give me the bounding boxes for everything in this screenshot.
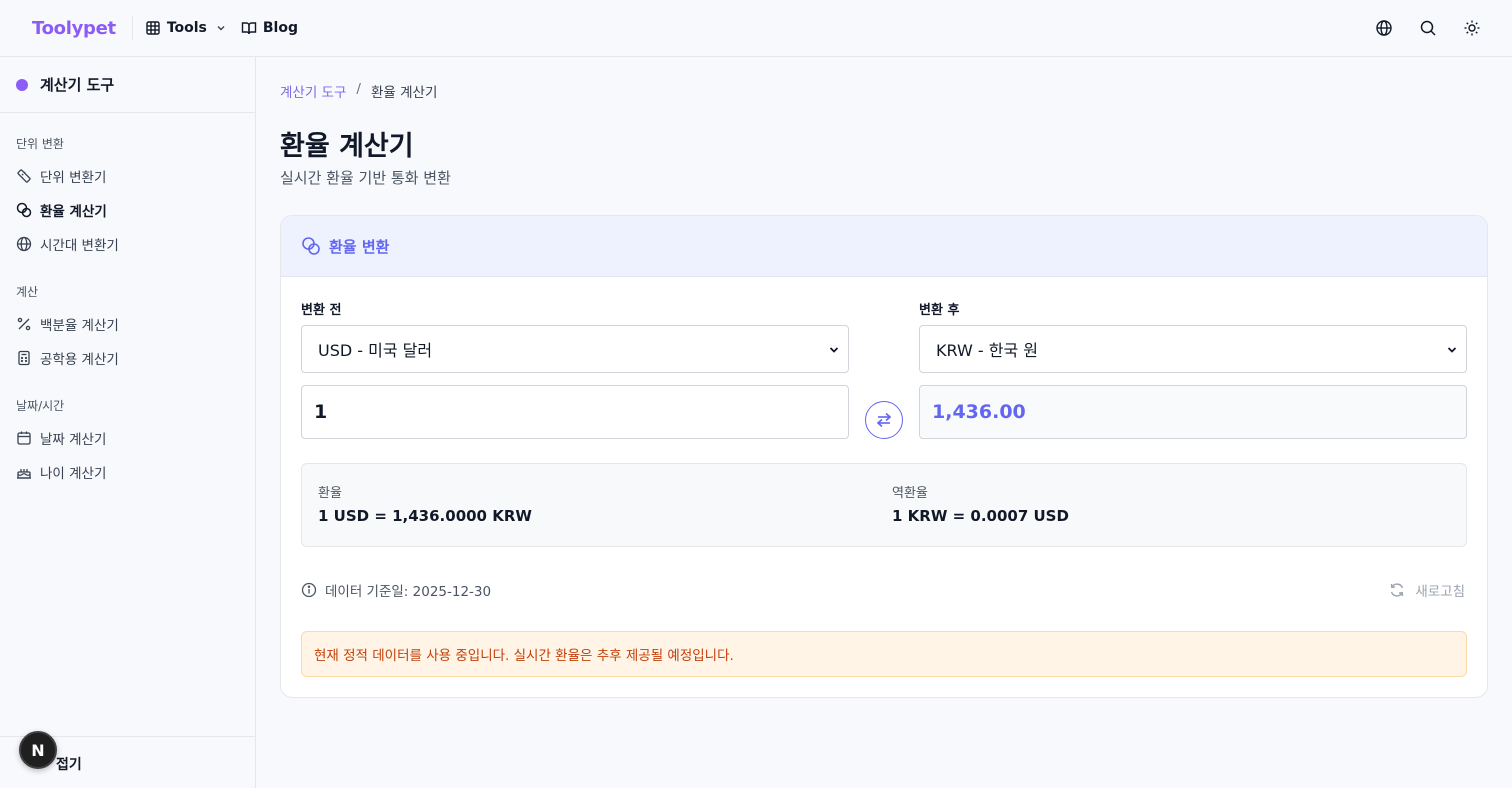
dev-tools-badge[interactable]: N	[19, 731, 57, 769]
cake-icon	[17, 469, 31, 479]
calendar-icon	[17, 431, 31, 445]
collapse-label: 접기	[56, 757, 82, 773]
sidebar-item-age-calculator[interactable]: 나이 계산기	[0, 455, 255, 489]
data-date-text: 데이터 기준일: 2025-12-30	[325, 584, 492, 600]
sidebar-item-scientific-calculator[interactable]: 공학용 계산기	[0, 341, 255, 375]
book-icon	[241, 22, 257, 35]
category-dot	[16, 78, 28, 91]
top-header: Toolypet Tools Blog	[0, 0, 1512, 57]
info-icon	[301, 582, 317, 598]
sidebar-item-label: 날짜 계산기	[40, 432, 107, 448]
percent-icon	[17, 317, 31, 331]
chevron-down-icon	[829, 347, 839, 353]
main-content: 계산기 도구 / 환율 계산기 환율 계산기 실시간 환율 기반 통화 변환 환…	[256, 57, 1512, 788]
exchange-card: 환율 변환 변환 전 변환 후 USD - 미국 달러 KRW - 한국 원 1…	[280, 215, 1488, 698]
to-currency-value: KRW - 한국 원	[936, 341, 1038, 360]
rate-panel: 환율 1 USD = 1,436.0000 KRW 역환율 1 KRW = 0.…	[301, 463, 1467, 547]
theme-toggle[interactable]	[1462, 16, 1482, 40]
globe-icon	[16, 236, 32, 252]
page-subtitle: 실시간 환율 기반 통화 변환	[280, 169, 451, 187]
ruler-icon	[17, 169, 31, 183]
to-label: 변환 후	[919, 303, 960, 318]
coins-icon	[16, 202, 32, 218]
sidebar-item-label: 백분율 계산기	[40, 318, 119, 334]
page-title: 환율 계산기	[280, 131, 414, 162]
sidebar-item-label: 단위 변환기	[40, 170, 107, 186]
rate-label: 환율	[318, 486, 342, 501]
from-currency-value: USD - 미국 달러	[318, 341, 433, 360]
chevron-down-icon	[217, 26, 225, 31]
sidebar-item-unit-converter[interactable]: 단위 변환기	[0, 159, 255, 193]
sidebar-item-label: 공학용 계산기	[40, 352, 119, 368]
from-label: 변환 전	[301, 303, 342, 318]
search-button[interactable]	[1418, 16, 1438, 40]
swap-currency-button[interactable]	[865, 401, 903, 439]
refresh-icon	[1391, 583, 1404, 597]
sidebar-item-exchange-calculator[interactable]: 환율 계산기	[0, 193, 255, 227]
header-divider	[131, 16, 133, 40]
static-data-notice: 현재 정적 데이터를 사용 중입니다. 실시간 환율은 추후 제공될 예정입니다…	[301, 631, 1467, 677]
chevron-down-icon	[1447, 347, 1457, 353]
card-title: 환율 변환	[329, 237, 390, 256]
nav-blog[interactable]: Blog	[241, 20, 298, 36]
to-currency-select[interactable]: KRW - 한국 원	[919, 325, 1467, 373]
refresh-button[interactable]: 새로고침	[1389, 580, 1465, 600]
card-header: 환율 변환	[281, 216, 1487, 277]
refresh-label: 새로고침	[1415, 584, 1465, 600]
swap-arrows-icon	[876, 412, 892, 428]
header-actions	[1374, 16, 1482, 40]
sidebar-item-label: 시간대 변환기	[40, 238, 119, 254]
inverse-rate-value: 1 KRW = 0.0007 USD	[892, 507, 1069, 525]
coins-icon	[302, 237, 320, 255]
sidebar-item-label: 환율 계산기	[40, 204, 107, 220]
sidebar-item-date-calculator[interactable]: 날짜 계산기	[0, 421, 255, 455]
sidebar: 계산기 도구 단위 변환 단위 변환기 환율 계산기 시간대 변환기 계산 백분…	[0, 57, 256, 788]
sidebar-title: 계산기 도구	[40, 76, 115, 94]
language-button[interactable]	[1374, 16, 1394, 40]
amount-input[interactable]: 1	[301, 385, 849, 439]
data-date-info: 데이터 기준일: 2025-12-30	[301, 580, 491, 600]
converted-amount-output[interactable]: 1,436.00	[919, 385, 1467, 439]
breadcrumb-parent[interactable]: 계산기 도구	[280, 81, 346, 101]
nav-tools[interactable]: Tools	[145, 20, 227, 36]
rate-value: 1 USD = 1,436.0000 KRW	[318, 507, 532, 525]
brand-logo[interactable]: Toolypet	[32, 18, 116, 39]
nav-blog-label: Blog	[262, 20, 298, 36]
breadcrumb-current: 환율 계산기	[370, 85, 438, 101]
calculator-icon	[18, 350, 30, 366]
grid-icon	[146, 21, 160, 35]
sidebar-section-title: 단위 변환	[16, 137, 64, 151]
inverse-rate-label: 역환율	[892, 486, 928, 501]
sidebar-item-timezone-converter[interactable]: 시간대 변환기	[0, 227, 255, 261]
sidebar-section-title: 날짜/시간	[16, 399, 65, 413]
globe-icon	[1376, 20, 1392, 36]
from-currency-select[interactable]: USD - 미국 달러	[301, 325, 849, 373]
breadcrumb: 계산기 도구 / 환율 계산기	[280, 81, 437, 101]
sun-icon	[1464, 20, 1480, 36]
sidebar-header: 계산기 도구	[0, 57, 255, 113]
sidebar-item-label: 나이 계산기	[40, 466, 107, 482]
breadcrumb-separator: /	[356, 81, 361, 97]
search-icon	[1420, 20, 1436, 36]
sidebar-item-percentage-calculator[interactable]: 백분율 계산기	[0, 307, 255, 341]
nav-tools-label: Tools	[166, 20, 207, 36]
sidebar-section-title: 계산	[16, 285, 39, 299]
